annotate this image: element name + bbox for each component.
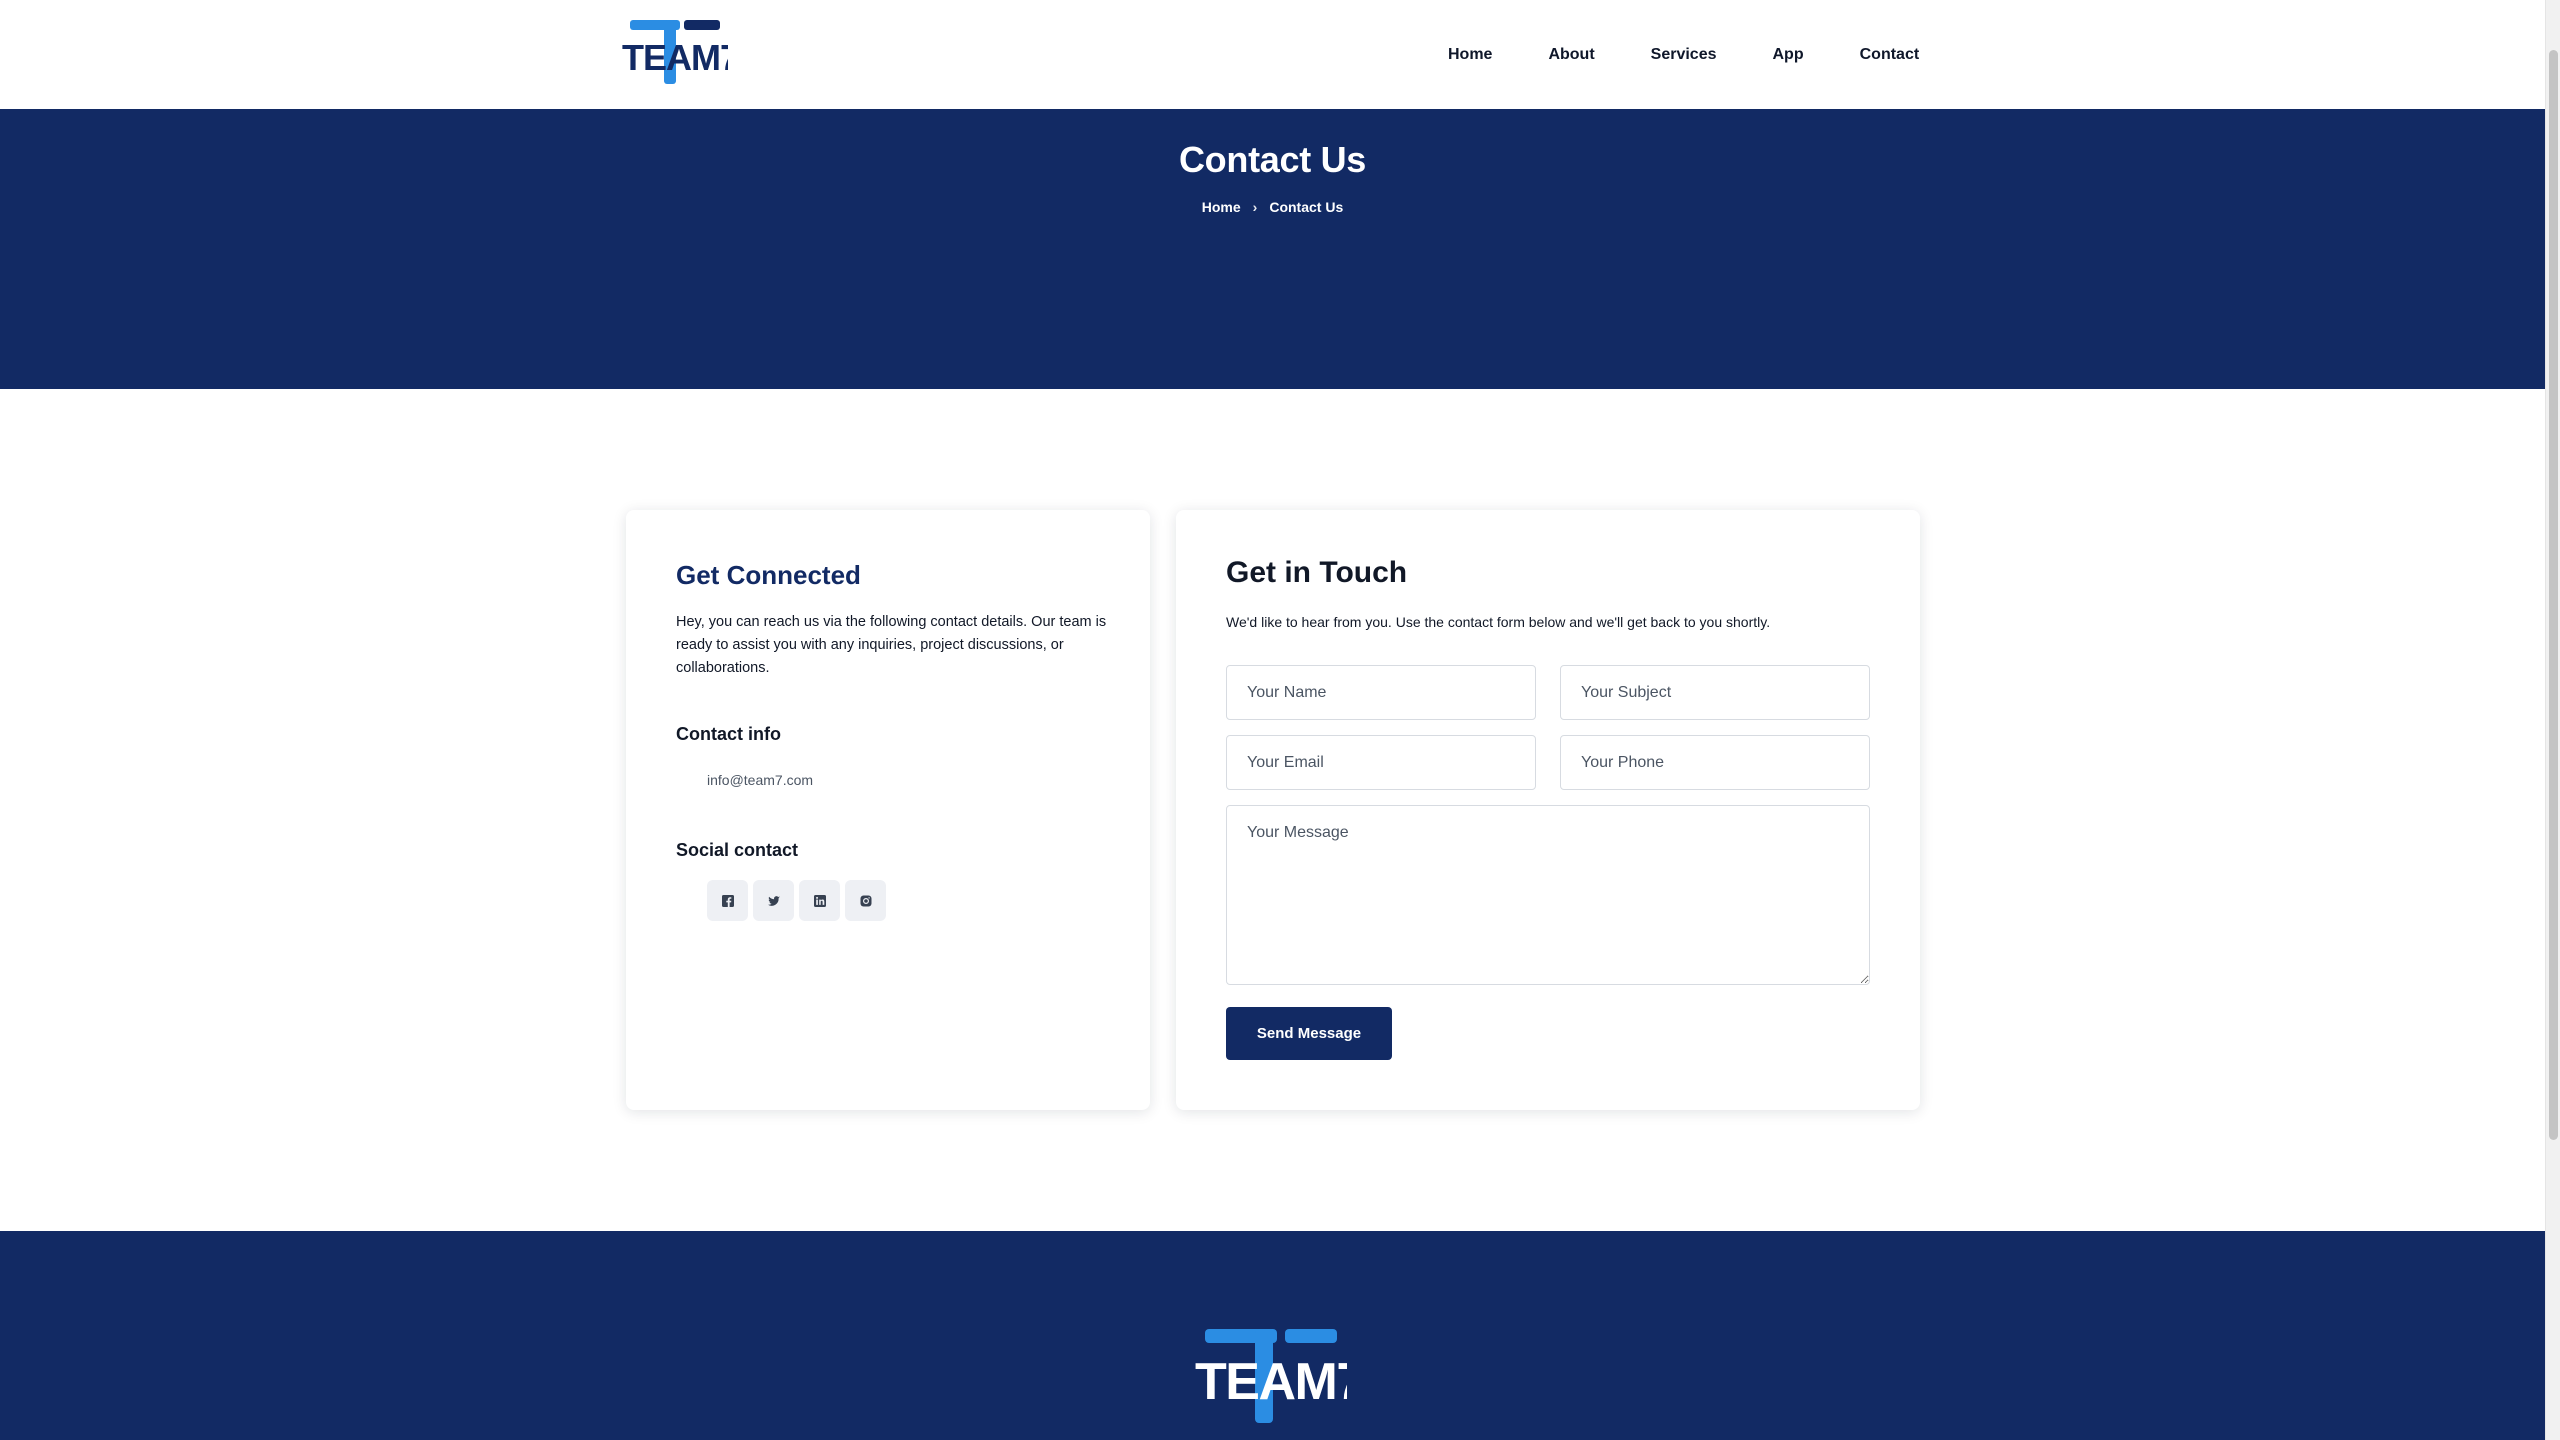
social-links (707, 880, 886, 921)
chevron-right-icon: › (1252, 199, 1258, 215)
facebook-icon (721, 894, 734, 907)
social-contact-title: Social contact (676, 840, 799, 860)
instagram-button[interactable] (845, 880, 886, 921)
svg-text:TEAM7: TEAM7 (1195, 1353, 1347, 1411)
get-connected-title: Get Connected (676, 560, 861, 590)
get-in-touch-card: Get in Touch We'd like to hear from you.… (1176, 510, 1920, 1110)
twitter-icon (767, 895, 780, 906)
linkedin-button[interactable] (799, 880, 840, 921)
get-in-touch-intro: We'd like to hear from you. Use the cont… (1226, 614, 1771, 630)
phone-input[interactable] (1560, 735, 1870, 790)
nav-about[interactable]: About (1520, 46, 1622, 64)
site-header: TEAM7 Home About Services App Contact (0, 0, 2545, 109)
scrollbar-thumb[interactable] (2549, 50, 2558, 1140)
subject-input[interactable] (1560, 665, 1870, 720)
page-hero: Contact Us Home › Contact Us (0, 109, 2545, 389)
team7-logo[interactable]: TEAM7 (622, 20, 728, 88)
get-connected-intro: Hey, you can reach us via the following … (676, 614, 1107, 676)
message-textarea[interactable] (1226, 805, 1870, 985)
get-in-touch-title: Get in Touch (1226, 556, 1408, 589)
nav-contact[interactable]: Contact (1832, 46, 1948, 64)
site-footer: TEAM7 (0, 1231, 2545, 1440)
name-input[interactable] (1226, 665, 1536, 720)
contact-info-title: Contact info (676, 724, 781, 744)
nav-app[interactable]: App (1745, 46, 1832, 64)
instagram-icon (860, 895, 871, 906)
main-nav: Home About Services App Contact (1420, 0, 1947, 109)
page-title: Contact Us (1178, 139, 1367, 180)
breadcrumb-current: Contact Us (1269, 199, 1344, 215)
send-message-button[interactable]: Send Message (1226, 1007, 1392, 1060)
twitter-button[interactable] (753, 880, 794, 921)
contact-email-link[interactable]: info@team7.com (707, 772, 813, 788)
get-connected-card: Get Connected Hey, you can reach us via … (626, 510, 1150, 1110)
email-input[interactable] (1226, 735, 1536, 790)
team7-footer-logo[interactable]: TEAM7 (1195, 1329, 1347, 1429)
breadcrumb-home[interactable]: Home (1202, 199, 1241, 215)
svg-text:TEAM7: TEAM7 (622, 37, 728, 78)
nav-services[interactable]: Services (1623, 46, 1745, 64)
breadcrumb: Home › Contact Us (0, 199, 2545, 215)
page-scrollbar[interactable] (2545, 0, 2560, 1440)
nav-home[interactable]: Home (1420, 46, 1520, 64)
linkedin-icon (813, 894, 826, 907)
facebook-button[interactable] (707, 880, 748, 921)
